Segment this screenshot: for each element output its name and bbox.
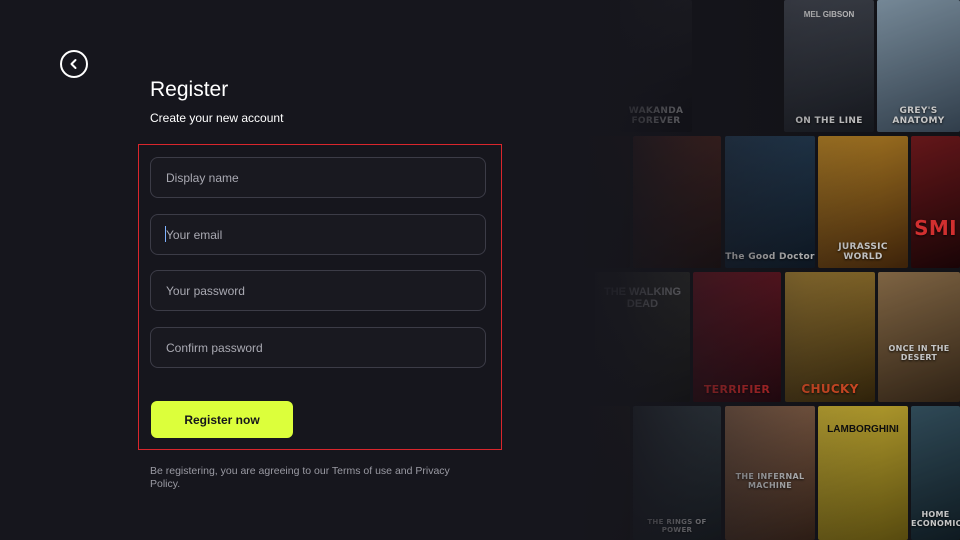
poster: MEL GIBSON ON THE LINE: [784, 0, 874, 132]
poster: JURASSIC WORLD: [818, 136, 908, 268]
terms-text: Be registering, you are agreeing to our …: [150, 465, 450, 490]
page-title: Register: [150, 78, 229, 101]
password-field[interactable]: [150, 270, 486, 311]
poster: [575, 136, 630, 268]
page-subtitle: Create your new account: [150, 111, 284, 125]
poster: THE WALKING DEAD: [595, 272, 690, 402]
register-page: WAKANDA FOREVER MEL GIBSON ON THE LINE G…: [0, 0, 960, 540]
poster: [633, 136, 721, 268]
email-field[interactable]: [150, 214, 486, 255]
poster: WAKANDA FOREVER: [620, 0, 692, 132]
display-name-field[interactable]: [150, 157, 486, 198]
poster: ONCE IN THE DESERT: [878, 272, 960, 402]
register-now-button[interactable]: Register now: [151, 401, 293, 438]
poster: THE RINGS OF POWER: [633, 406, 721, 540]
poster: LAMBORGHINI: [818, 406, 908, 540]
poster: GREY'S ANATOMY: [877, 0, 960, 132]
poster: HOME ECONOMICS: [911, 406, 960, 540]
back-button[interactable]: [60, 50, 88, 78]
poster: The Good Doctor: [725, 136, 815, 268]
poster: SMI: [911, 136, 960, 268]
poster: [575, 406, 630, 540]
confirm-password-field[interactable]: [150, 327, 486, 368]
poster: THE INFERNAL MACHINE: [725, 406, 815, 540]
chevron-left-icon: [68, 58, 80, 70]
poster: CHUCKY: [785, 272, 875, 402]
poster: TERRIFIER: [693, 272, 781, 402]
text-cursor: [165, 226, 166, 242]
poster-wall: WAKANDA FOREVER MEL GIBSON ON THE LINE G…: [575, 0, 960, 540]
